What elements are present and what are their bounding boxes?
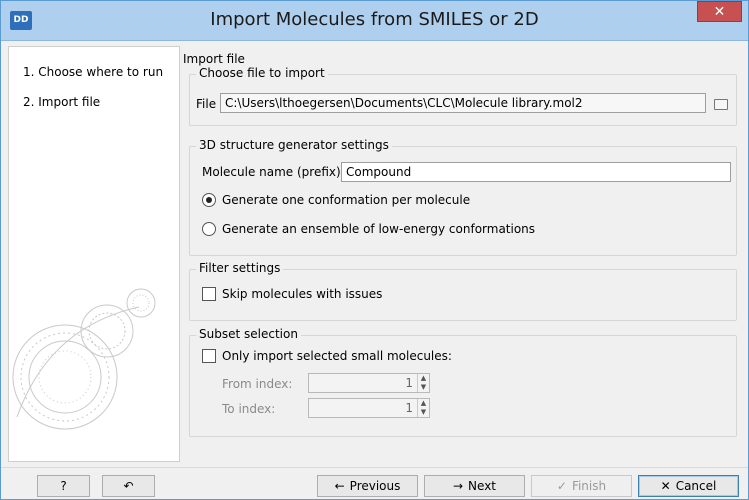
previous-label: Previous — [349, 479, 401, 493]
filter-settings-group: Filter settings Skip molecules with issu… — [189, 261, 737, 321]
from-index-spinner[interactable]: 1 ▲ ▼ — [308, 373, 430, 393]
to-index-stepper-icon[interactable]: ▲ ▼ — [417, 399, 429, 417]
step-import-file[interactable]: 2. Import file — [23, 95, 100, 109]
cancel-button[interactable]: ✕ Cancel — [638, 475, 739, 497]
browse-folder-icon[interactable] — [714, 99, 728, 110]
to-index-label: To index: — [222, 402, 276, 416]
from-index-label: From index: — [222, 377, 293, 391]
reset-button[interactable]: ↶ — [102, 475, 155, 497]
prefix-label: Molecule name (prefix) — [202, 165, 341, 179]
generator-settings-group: 3D structure generator settings Molecule… — [189, 138, 737, 256]
arrow-left-icon: ← — [334, 479, 345, 493]
generator-settings-title: 3D structure generator settings — [196, 138, 392, 152]
ensemble-conformations-radio[interactable] — [202, 222, 216, 236]
skip-issues-label[interactable]: Skip molecules with issues — [222, 287, 382, 301]
from-index-value: 1 — [405, 376, 413, 390]
choose-file-group: Choose file to import File C:\Users\ltho… — [189, 66, 737, 126]
one-conformation-radio[interactable] — [202, 193, 216, 207]
one-conformation-label[interactable]: Generate one conformation per molecule — [222, 193, 470, 207]
ensemble-conformations-label[interactable]: Generate an ensemble of low-energy confo… — [222, 222, 535, 236]
dialog-title: Import Molecules from SMILES or 2D — [210, 9, 539, 30]
file-label: File — [196, 97, 217, 111]
next-button[interactable]: → Next — [424, 475, 525, 497]
finish-button[interactable]: ✓ Finish — [531, 475, 632, 497]
help-button[interactable]: ? — [37, 475, 90, 497]
prefix-input[interactable]: Compound — [341, 162, 731, 182]
radio-selected-dot — [206, 197, 212, 203]
reset-icon: ↶ — [123, 479, 134, 493]
file-path-field[interactable]: C:\Users\lthoegersen\Documents\CLC\Molec… — [220, 93, 706, 113]
subset-selection-group: Subset selection Only import selected sm… — [189, 327, 737, 437]
to-index-value: 1 — [405, 401, 413, 415]
previous-button[interactable]: ← Previous — [317, 475, 418, 497]
checkmark-icon: ✓ — [556, 479, 567, 493]
decorative-swirl-graphic — [12, 288, 156, 430]
section-header: Import file — [183, 52, 245, 66]
close-button[interactable]: ✕ — [697, 1, 742, 22]
only-selected-label[interactable]: Only import selected small molecules: — [222, 349, 452, 363]
finish-label: Finish — [571, 479, 607, 493]
step-choose-where-to-run[interactable]: 1. Choose where to run — [23, 65, 163, 79]
only-selected-checkbox[interactable] — [202, 349, 216, 363]
arrow-right-icon: → — [452, 479, 464, 493]
cancel-label: Cancel — [675, 479, 717, 493]
cross-icon: ✕ — [660, 479, 671, 493]
choose-file-title: Choose file to import — [196, 66, 328, 80]
help-icon: ? — [60, 479, 67, 493]
title-bar[interactable]: DD Import Molecules from SMILES or 2D ✕ — [1, 1, 748, 41]
from-index-stepper-icon[interactable]: ▲ ▼ — [417, 374, 429, 392]
import-file-step-content: Import file Choose file to import File C… — [183, 46, 743, 462]
subset-selection-title: Subset selection — [196, 327, 301, 341]
dialog-window: DD Import Molecules from SMILES or 2D ✕ … — [0, 0, 749, 500]
filter-settings-title: Filter settings — [196, 261, 284, 275]
wizard-steps-panel: 1. Choose where to run 2. Import file — [8, 46, 180, 462]
to-index-spinner[interactable]: 1 ▲ ▼ — [308, 398, 430, 418]
button-bar: ? ↶ ← Previous → Next ✓ Finish ✕ Cancel — [1, 467, 748, 499]
skip-issues-checkbox[interactable] — [202, 287, 216, 301]
next-label: Next — [468, 479, 497, 493]
